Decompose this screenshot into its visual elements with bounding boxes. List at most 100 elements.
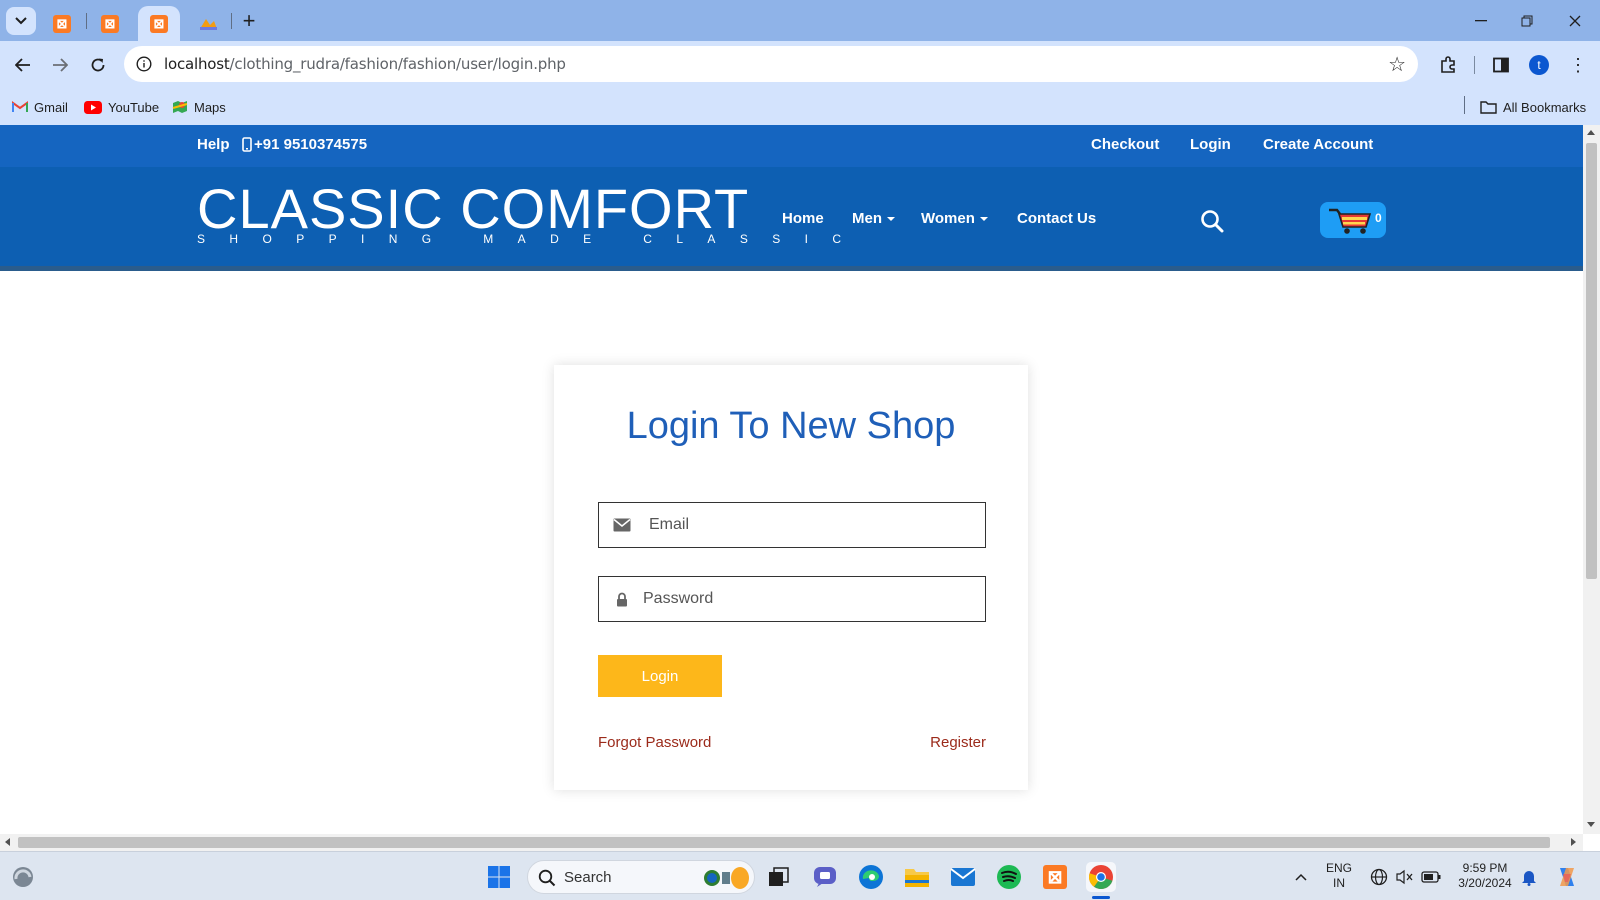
taskbar-search-label: Search (564, 869, 612, 886)
spotify-button[interactable] (994, 862, 1024, 892)
checkout-link[interactable]: Checkout (1091, 136, 1159, 153)
language-indicator[interactable]: ENG IN (1326, 861, 1352, 891)
browser-tab-1[interactable]: ⊠ (44, 6, 80, 41)
create-account-link[interactable]: Create Account (1263, 136, 1373, 153)
xampp-icon: ⊠ (101, 14, 119, 33)
horizontal-scrollbar[interactable] (0, 834, 1583, 851)
browser-tab-2[interactable]: ⊠ (92, 6, 128, 41)
url-text[interactable]: localhost/clothing_rudra/fashion/fashion… (164, 55, 566, 73)
maps-icon (172, 101, 188, 113)
nav-contact-us[interactable]: Contact Us (1017, 210, 1096, 227)
taskbar-search[interactable]: Search (527, 860, 755, 894)
nav-home[interactable]: Home (782, 210, 824, 227)
page-viewport: Help +91 9510374575 Checkout Login Creat… (0, 125, 1583, 834)
tab-search-button[interactable] (6, 7, 36, 35)
bookmark-star-icon[interactable]: ☆ (1388, 52, 1406, 77)
side-panel-button[interactable] (1487, 51, 1515, 79)
site-logo[interactable]: CLASSIC COMFORT SHOPPING MADE CLASSIC (197, 181, 841, 247)
all-bookmarks-button[interactable]: All Bookmarks (1480, 97, 1586, 117)
bookmark-label: YouTube (108, 99, 160, 115)
browser-toolbar: localhost/clothing_rudra/fashion/fashion… (0, 41, 1600, 89)
forward-button[interactable] (46, 51, 74, 79)
nav-men[interactable]: Men (852, 210, 895, 227)
close-window-button[interactable] (1560, 8, 1590, 34)
edge-button[interactable] (856, 862, 886, 892)
arrow-left-icon (15, 58, 30, 72)
back-button[interactable] (9, 51, 37, 79)
brand-tagline: SHOPPING MADE CLASSIC (197, 232, 866, 246)
browser-menu-button[interactable]: ⋮ (1564, 51, 1592, 79)
chevron-up-icon (1295, 873, 1307, 881)
phone-text: +91 9510374575 (254, 136, 368, 153)
mail-icon (950, 868, 976, 886)
browser-tab-phpmyadmin[interactable] (190, 6, 226, 41)
horizontal-scroll-thumb[interactable] (18, 837, 1550, 848)
task-view-icon (769, 867, 789, 886)
email-input[interactable] (649, 503, 979, 547)
tab-separator (86, 13, 87, 29)
scroll-down-arrow-icon[interactable] (1587, 822, 1595, 827)
register-link[interactable]: Register (930, 734, 986, 751)
password-input[interactable] (643, 577, 973, 621)
profile-button[interactable]: t (1525, 51, 1553, 79)
bookmark-maps[interactable]: Maps (172, 97, 226, 117)
clock[interactable]: 9:59 PM 3/20/2024 (1452, 861, 1518, 891)
new-tab-button[interactable]: + (236, 8, 262, 34)
extensions-button[interactable] (1434, 51, 1462, 79)
vertical-scroll-thumb[interactable] (1586, 143, 1597, 579)
scroll-left-arrow-icon[interactable] (5, 838, 10, 846)
scroll-right-arrow-icon[interactable] (1571, 838, 1576, 846)
reload-button[interactable] (84, 51, 112, 79)
search-highlight-icon (704, 867, 749, 889)
bookmark-gmail[interactable]: Gmail (12, 97, 68, 117)
file-explorer-button[interactable] (902, 862, 932, 892)
chrome-taskbar-button[interactable] (1086, 862, 1116, 892)
copilot-button[interactable] (1552, 862, 1582, 892)
gmail-icon (12, 101, 28, 112)
reload-icon (91, 58, 105, 72)
minimize-button[interactable] (1466, 8, 1496, 34)
chrome-icon (1088, 865, 1113, 890)
battery-button[interactable] (1416, 862, 1446, 892)
login-button[interactable]: Login (598, 655, 722, 697)
edge-browser-icon (859, 865, 883, 889)
teams-chat-button[interactable] (810, 862, 840, 892)
copilot-icon (1560, 868, 1574, 886)
scroll-up-arrow-icon[interactable] (1587, 130, 1595, 135)
bookmarks-bar: Gmail YouTube Maps All Bookmarks (0, 89, 1600, 125)
login-link[interactable]: Login (1190, 136, 1231, 153)
tab-separator (231, 13, 232, 29)
browser-tab-active[interactable]: ⊠ (138, 6, 180, 41)
search-icon[interactable] (1200, 209, 1224, 238)
login-card: Login To New Shop Login Forgot Password … (554, 365, 1028, 790)
nav-label: Women (921, 210, 975, 227)
nav-label: Men (852, 210, 882, 227)
start-button[interactable] (484, 862, 514, 892)
xampp-taskbar-button[interactable]: ⊠ (1040, 862, 1070, 892)
restore-button[interactable] (1512, 8, 1542, 34)
folder-icon (905, 869, 929, 887)
xampp-icon: ⊠ (53, 14, 71, 33)
vertical-scrollbar[interactable] (1583, 125, 1600, 834)
bookmark-youtube[interactable]: YouTube (84, 97, 159, 117)
task-view-button[interactable] (764, 862, 794, 892)
help-link[interactable]: Help (197, 136, 230, 153)
address-bar[interactable]: localhost/clothing_rudra/fashion/fashion… (124, 46, 1418, 82)
widgets-button[interactable] (8, 862, 38, 892)
cart-button[interactable]: 0 (1320, 202, 1386, 238)
forgot-password-link[interactable]: Forgot Password (598, 734, 711, 751)
show-hidden-icons-button[interactable] (1286, 862, 1316, 892)
phpmyadmin-icon (200, 18, 217, 30)
spotify-icon (997, 865, 1021, 889)
arrow-right-icon (53, 58, 68, 72)
notifications-button[interactable] (1514, 862, 1544, 892)
bookmark-label: Gmail (34, 99, 68, 115)
mail-button[interactable] (948, 862, 978, 892)
site-info-icon[interactable] (132, 52, 156, 76)
bell-icon (1522, 871, 1536, 886)
nav-women[interactable]: Women (921, 210, 988, 227)
chevron-down-icon (15, 17, 27, 25)
phone-number: +91 9510374575 (242, 136, 367, 153)
nav-label: Contact Us (1017, 210, 1097, 227)
folder-icon (1480, 101, 1497, 114)
